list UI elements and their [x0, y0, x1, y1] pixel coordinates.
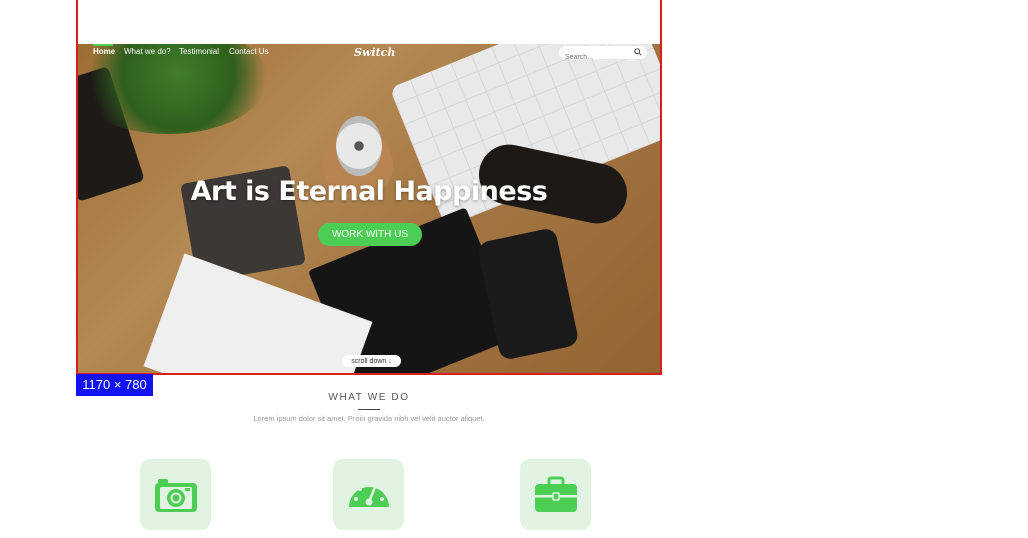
section-subtitle: Lorem ipsum dolor sit amet. Proin gravid… [253, 414, 485, 423]
search-input[interactable] [565, 51, 633, 64]
feature-camera [140, 459, 211, 530]
briefcase-icon [534, 476, 577, 512]
feature-briefcase [520, 459, 591, 530]
top-nav: Home What we do? Testimonial Contact Us … [78, 44, 660, 64]
brand-logo[interactable]: Switch [354, 46, 395, 59]
preview-frame: Home What we do? Testimonial Contact Us … [76, 0, 662, 375]
speedometer-icon [348, 481, 389, 507]
hero-banner: Home What we do? Testimonial Contact Us … [78, 44, 660, 373]
search-icon[interactable] [634, 48, 642, 56]
nav-active-indicator [93, 44, 113, 46]
feature-speedometer [333, 459, 404, 530]
search-box[interactable] [559, 46, 647, 64]
nav-item-contact-us[interactable]: Contact Us [229, 47, 269, 56]
nav-item-home[interactable]: Home [93, 47, 115, 56]
scroll-down-button[interactable]: scroll down ↓ [342, 355, 401, 367]
section-divider [358, 409, 380, 410]
can-image [336, 116, 382, 176]
work-with-us-button[interactable]: WORK WITH US [318, 223, 422, 246]
section-title: WHAT WE DO [328, 392, 410, 403]
nav-item-what-we-do[interactable]: What we do? [124, 47, 171, 56]
camera-icon [154, 478, 197, 512]
nav-item-testimonial[interactable]: Testimonial [179, 47, 219, 56]
hero-headline: Art is Eternal Happiness [190, 176, 548, 207]
